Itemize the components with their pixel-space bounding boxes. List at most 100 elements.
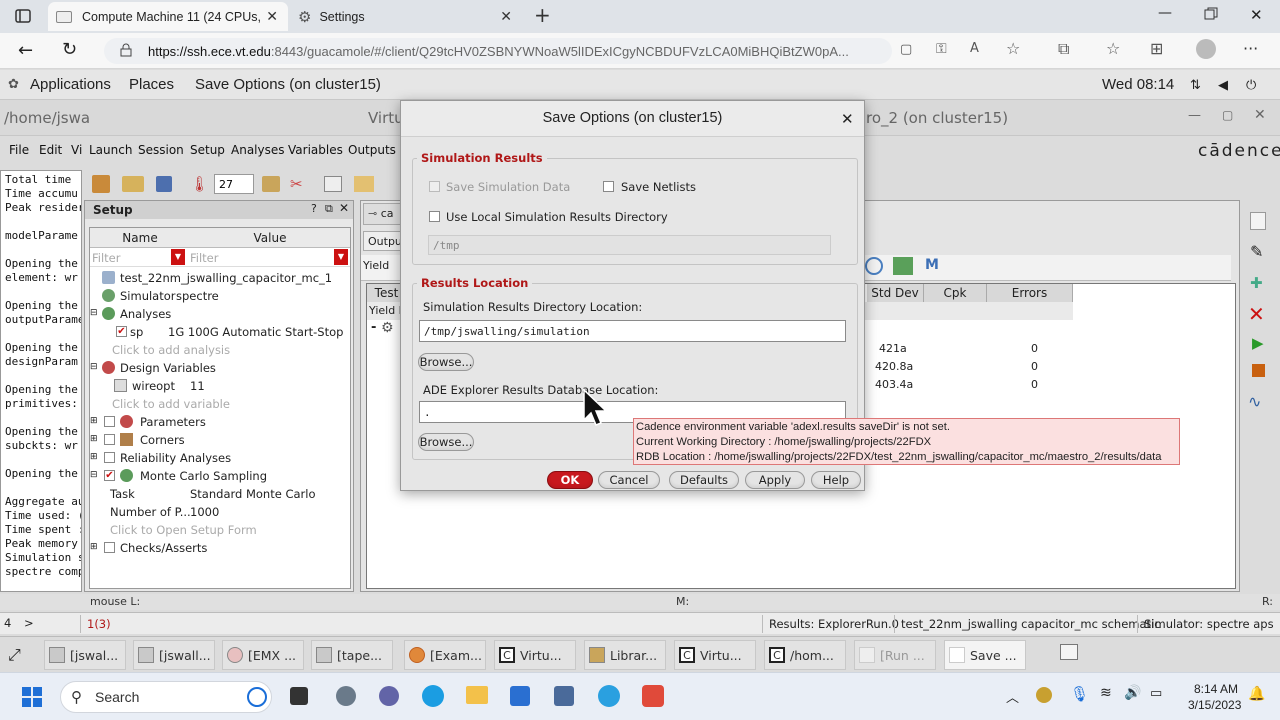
taskbar-item[interactable]: C Virtu... (494, 640, 576, 670)
open-setup-form-row[interactable]: Click to Open Setup Form (90, 521, 350, 539)
name-filter-input[interactable]: Filter (92, 251, 120, 265)
column-header-errors[interactable]: Errors (987, 284, 1073, 302)
expand-icon[interactable]: ⊞ (90, 452, 98, 462)
apply-button[interactable]: Apply (745, 471, 805, 489)
show-desktop-icon[interactable]: ⤢ (8, 645, 21, 665)
launch-icon[interactable] (92, 175, 110, 193)
more-menu-icon[interactable]: ··· (1243, 39, 1258, 58)
favorites-icon[interactable]: ☆ (1106, 39, 1120, 58)
store-icon[interactable] (510, 686, 530, 706)
expand-icon[interactable]: ⊞ (90, 434, 98, 444)
menu-variables[interactable]: Variables (288, 143, 343, 157)
folder-icon[interactable] (354, 176, 374, 192)
stop-icon[interactable] (1252, 364, 1265, 377)
menu-session[interactable]: Session (138, 143, 184, 157)
refresh-icon[interactable]: ↻ (62, 39, 77, 60)
close-dialog-icon[interactable]: ✕ (841, 110, 854, 128)
places-menu[interactable]: Places (129, 76, 174, 93)
speaker-icon[interactable]: 🔊 (1124, 685, 1141, 701)
taskbar-item[interactable]: C Virtu... (674, 640, 756, 670)
tree-item-cell[interactable]: test_22nm_jswalling_capacitor_mc_1 (90, 269, 350, 287)
browser-tab-guacamole[interactable]: Compute Machine 11 (24 CPUs, ... ✕ (48, 2, 288, 31)
minimize-icon[interactable]: — (1188, 108, 1201, 123)
corners-checkbox[interactable] (104, 434, 115, 445)
close-window-icon[interactable]: ✕ (1250, 6, 1263, 24)
menu-view[interactable]: Vi (71, 143, 82, 157)
taskbar-item[interactable]: [Run ... (854, 640, 936, 670)
tree-item-sp[interactable]: ✔ sp 1G 100G Automatic Start-Stop (90, 323, 350, 341)
profile-avatar[interactable] (1196, 39, 1216, 59)
menu-outputs[interactable]: Outputs (348, 143, 396, 157)
checks-checkbox[interactable] (104, 542, 115, 553)
sp-checkbox[interactable]: ✔ (116, 326, 127, 337)
menu-launch[interactable]: Launch (89, 143, 132, 157)
results-view-label[interactable]: Yield (363, 259, 389, 272)
chevron-up-icon[interactable]: ︿ (1006, 687, 1019, 706)
netlist-icon[interactable] (262, 176, 280, 192)
cancel-button[interactable]: Cancel (598, 471, 660, 489)
volume-icon[interactable]: ◀ (1218, 77, 1228, 93)
menu-setup[interactable]: Setup (190, 143, 225, 157)
tree-item-checks[interactable]: ⊞ Checks/Asserts (90, 539, 350, 557)
extensions-icon[interactable]: ⧉ (1058, 39, 1069, 59)
close-panel-icon[interactable]: ✕ (339, 201, 349, 215)
close-tab-icon[interactable]: ✕ (266, 8, 278, 25)
minimize-icon[interactable]: — (1158, 5, 1172, 21)
m-icon[interactable]: M (925, 257, 939, 273)
tree-item-simulator[interactable]: Simulator spectre (90, 287, 350, 305)
taskbar-item[interactable]: [tape... (311, 640, 393, 670)
tree-item-task[interactable]: Task Standard Monte Carlo (90, 485, 350, 503)
stop-x-icon[interactable]: ✕ (1248, 302, 1265, 326)
collapse-icon[interactable]: ⊟ (90, 308, 98, 318)
app-icon[interactable] (554, 686, 574, 706)
open-folder-icon[interactable] (122, 176, 144, 192)
save-simulation-data-checkbox[interactable] (429, 181, 440, 192)
expand-icon[interactable]: ⊞ (90, 542, 98, 552)
back-arrow-icon[interactable]: ← (18, 40, 33, 61)
add-variable-row[interactable]: Click to add variable (90, 395, 350, 413)
help-icon[interactable]: ? (311, 202, 317, 215)
taskbar-item[interactable]: [jswal... (44, 640, 126, 670)
taskbar-item[interactable]: C/hom... (764, 640, 846, 670)
teams-chat-icon[interactable] (379, 686, 399, 706)
tree-item-wireopt[interactable]: wireopt 11 (90, 377, 350, 395)
microphone-icon[interactable]: 🎙 (1070, 685, 1089, 703)
expand-icon[interactable]: ⊞ (90, 416, 98, 426)
local-dir-field[interactable]: /tmp (428, 235, 831, 255)
edit-icon[interactable]: ✎ (1250, 242, 1263, 261)
add-analysis-row[interactable]: Click to add analysis (90, 341, 350, 359)
bing-icon[interactable] (247, 687, 267, 707)
read-aloud-icon[interactable]: A (970, 41, 979, 56)
task-view-icon[interactable] (290, 687, 308, 705)
weather-icon[interactable] (1036, 687, 1052, 703)
add-icon[interactable]: ✚ (1250, 274, 1263, 292)
collapse-icon[interactable]: ⊟ (90, 362, 98, 372)
edge-beta-icon[interactable] (598, 685, 620, 707)
taskbar-item[interactable]: [EMX ... (222, 640, 304, 670)
wifi-icon[interactable]: ≋ (1100, 685, 1112, 701)
file-explorer-icon[interactable] (466, 686, 488, 704)
taskbar-item[interactable]: [Exam... (404, 640, 486, 670)
ok-button[interactable]: OK (547, 471, 593, 489)
target-icon[interactable] (865, 257, 883, 275)
browse-db-button[interactable]: Browse... (418, 433, 474, 451)
float-icon[interactable]: ⧉ (325, 202, 333, 216)
browser-tab-settings[interactable]: ⚙ Settings ✕ (290, 2, 522, 31)
windows-start-icon[interactable] (22, 687, 42, 707)
menu-file[interactable]: File (9, 143, 29, 157)
address-bar[interactable]: https://ssh.ece.vt.edu:8443/guacamole/#/… (104, 38, 892, 64)
use-local-dir-checkbox[interactable] (429, 211, 440, 222)
tab-actions-icon[interactable] (14, 7, 32, 25)
notification-icon[interactable]: 🔔 (1248, 686, 1265, 702)
schematic-tab[interactable]: ⊸ ca (363, 203, 403, 225)
browse-sim-dir-button[interactable]: Browse... (418, 353, 474, 371)
system-clock[interactable]: 8:14 AM 3/15/2023 (1188, 681, 1241, 713)
defaults-button[interactable]: Defaults (669, 471, 739, 489)
plot-icon[interactable] (893, 257, 913, 275)
app-red-icon[interactable] (642, 685, 664, 707)
tree-item-numpoints[interactable]: Number of P... 1000 (90, 503, 350, 521)
monte-carlo-checkbox[interactable]: ✔ (104, 470, 115, 481)
close-tab-icon[interactable]: ✕ (500, 8, 512, 25)
tree-item-corners[interactable]: ⊞ Corners (90, 431, 350, 449)
favorite-add-icon[interactable]: ☆ (1006, 39, 1020, 58)
